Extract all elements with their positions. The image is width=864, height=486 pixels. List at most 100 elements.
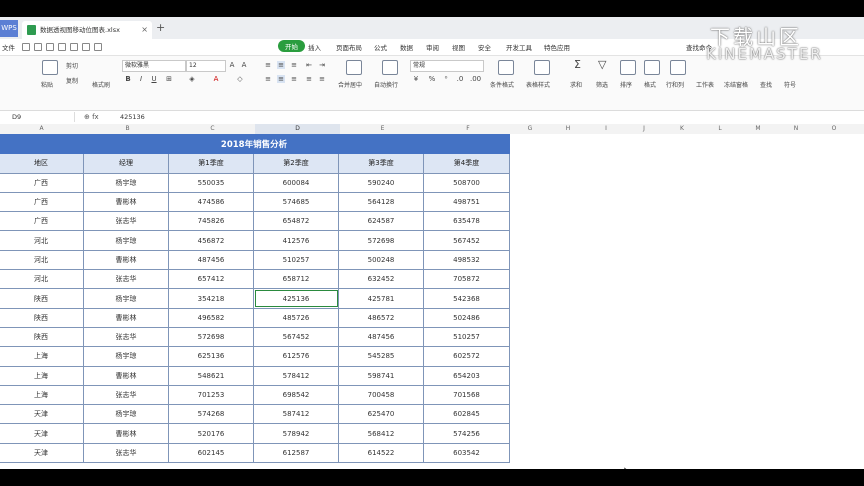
zoom-icon[interactable]: ⊕: [84, 113, 92, 121]
table-cell[interactable]: 425781: [338, 288, 424, 309]
new-tab-button[interactable]: +: [156, 21, 165, 35]
menu-tab-formulas[interactable]: 公式: [374, 42, 387, 52]
table-cell[interactable]: 上海: [0, 346, 84, 367]
table-cell[interactable]: 572698: [168, 326, 254, 348]
table-cell[interactable]: 天津: [0, 442, 84, 464]
align-bottom-icon[interactable]: ≡: [290, 61, 298, 69]
font-color-icon[interactable]: A: [212, 75, 220, 83]
table-cell[interactable]: 张志华: [83, 211, 169, 232]
table-cell[interactable]: 412576: [253, 230, 339, 251]
table-cell[interactable]: 625470: [338, 404, 424, 425]
table-cell[interactable]: 张志华: [83, 384, 169, 406]
table-cell[interactable]: 548621: [168, 365, 254, 386]
formula-icons[interactable]: ⊕ fx: [84, 112, 99, 122]
table-cell[interactable]: 广西: [0, 211, 84, 232]
table-cell[interactable]: 602145: [168, 442, 254, 464]
fx-icon[interactable]: fx: [92, 113, 99, 121]
sort-label[interactable]: 排序: [620, 80, 632, 89]
table-cell[interactable]: 701568: [423, 384, 510, 406]
menu-tab-review[interactable]: 审阅: [426, 42, 439, 52]
open-icon[interactable]: [34, 43, 42, 51]
table-cell[interactable]: 474586: [168, 191, 254, 213]
table-header-cell[interactable]: 第1季度: [168, 153, 254, 174]
table-cell[interactable]: 600084: [253, 172, 339, 193]
table-cell[interactable]: 658712: [253, 269, 339, 290]
formula-input[interactable]: 425136: [120, 112, 145, 122]
table-cell[interactable]: 603542: [423, 442, 510, 464]
preview-icon[interactable]: [58, 43, 66, 51]
table-cell[interactable]: 545285: [338, 346, 424, 367]
table-cell[interactable]: 487456: [338, 326, 424, 348]
freeze-label[interactable]: 冻结窗格: [724, 80, 748, 89]
column-header-n[interactable]: N: [777, 124, 815, 134]
table-cell[interactable]: 614522: [338, 442, 424, 464]
column-header-g[interactable]: G: [511, 124, 549, 134]
table-cell[interactable]: 574268: [168, 404, 254, 425]
table-cell[interactable]: 510257: [253, 249, 339, 271]
indent-increase-icon[interactable]: ⇥: [318, 61, 326, 69]
table-cell[interactable]: 河北: [0, 230, 84, 251]
column-header-f[interactable]: F: [425, 124, 511, 134]
column-header-a[interactable]: A: [0, 124, 83, 134]
rows-cols-label[interactable]: 行和列: [666, 80, 684, 89]
align-middle-icon[interactable]: ≡: [277, 61, 285, 69]
menu-tab-page-layout[interactable]: 页面布局: [336, 42, 362, 52]
table-cell[interactable]: 510257: [423, 326, 510, 348]
worksheet-grid[interactable]: 2018年销售分析 地区 经理 第1季度 第2季度 第3季度 第4季度 广西 杨宇琼 550035…: [0, 133, 864, 469]
align-top-icon[interactable]: ≡: [264, 61, 272, 69]
table-cell[interactable]: 张志华: [83, 326, 169, 348]
table-style-label[interactable]: 表格样式: [526, 80, 550, 89]
table-cell[interactable]: 456872: [168, 230, 254, 251]
table-cell[interactable]: 496582: [168, 307, 254, 328]
merge-center-icon[interactable]: [346, 60, 362, 75]
menu-tab-home[interactable]: 开始: [278, 40, 305, 52]
table-cell[interactable]: 张志华: [83, 269, 169, 290]
table-header-cell[interactable]: 第4季度: [423, 153, 510, 174]
table-cell[interactable]: 698542: [253, 384, 339, 406]
symbol-label[interactable]: 符号: [784, 80, 796, 89]
align-center-icon[interactable]: ≡: [277, 75, 285, 83]
table-cell[interactable]: 上海: [0, 384, 84, 406]
print-icon[interactable]: [46, 43, 54, 51]
paste-icon[interactable]: [42, 60, 58, 75]
table-cell[interactable]: 635478: [423, 211, 510, 232]
table-cell[interactable]: 曹彬林: [83, 191, 169, 213]
table-cell[interactable]: 天津: [0, 404, 84, 425]
column-header-c[interactable]: C: [170, 124, 255, 134]
save-icon[interactable]: [22, 43, 30, 51]
fill-color-icon[interactable]: ◈: [188, 75, 196, 83]
format-label[interactable]: 格式: [644, 80, 656, 89]
menu-tab-data[interactable]: 数据: [400, 42, 413, 52]
align-left-icon[interactable]: ≡: [264, 75, 272, 83]
clear-format-icon[interactable]: ◇: [236, 75, 244, 83]
table-cell[interactable]: 杨宇琼: [83, 172, 169, 193]
wrap-text-icon[interactable]: [382, 60, 398, 75]
table-cell[interactable]: 578412: [253, 365, 339, 386]
redo-icon[interactable]: [94, 43, 102, 51]
increase-decimal-icon[interactable]: .0: [456, 75, 464, 83]
table-cell[interactable]: 曹彬林: [83, 365, 169, 386]
sum-label[interactable]: 求和: [570, 80, 582, 89]
table-cell[interactable]: 曹彬林: [83, 249, 169, 271]
table-style-icon[interactable]: [534, 60, 550, 75]
column-header-i[interactable]: I: [587, 124, 625, 134]
rows-cols-icon[interactable]: [670, 60, 686, 75]
table-cell[interactable]: 杨宇琼: [83, 404, 169, 425]
table-cell[interactable]: 598741: [338, 365, 424, 386]
column-header-e[interactable]: E: [340, 124, 425, 134]
document-tab[interactable]: 数据透视图移动位图表.xlsx ×: [22, 21, 152, 39]
table-header-cell[interactable]: 第2季度: [253, 153, 339, 174]
table-cell[interactable]: 杨宇琼: [83, 346, 169, 367]
table-cell[interactable]: 567452: [253, 326, 339, 348]
worksheet-label[interactable]: 工作表: [696, 80, 714, 89]
menu-tab-special[interactable]: 特色应用: [544, 42, 570, 52]
table-title[interactable]: 2018年销售分析: [0, 133, 510, 155]
table-cell[interactable]: 701253: [168, 384, 254, 406]
copy-button[interactable]: 复制: [66, 76, 78, 85]
table-cell[interactable]: 陕西: [0, 288, 84, 309]
italic-icon[interactable]: I: [137, 75, 145, 83]
table-cell[interactable]: 520176: [168, 423, 254, 444]
table-cell[interactable]: 张志华: [83, 442, 169, 464]
grow-font-icon[interactable]: A: [228, 61, 236, 69]
file-menu[interactable]: 文件: [2, 42, 15, 52]
